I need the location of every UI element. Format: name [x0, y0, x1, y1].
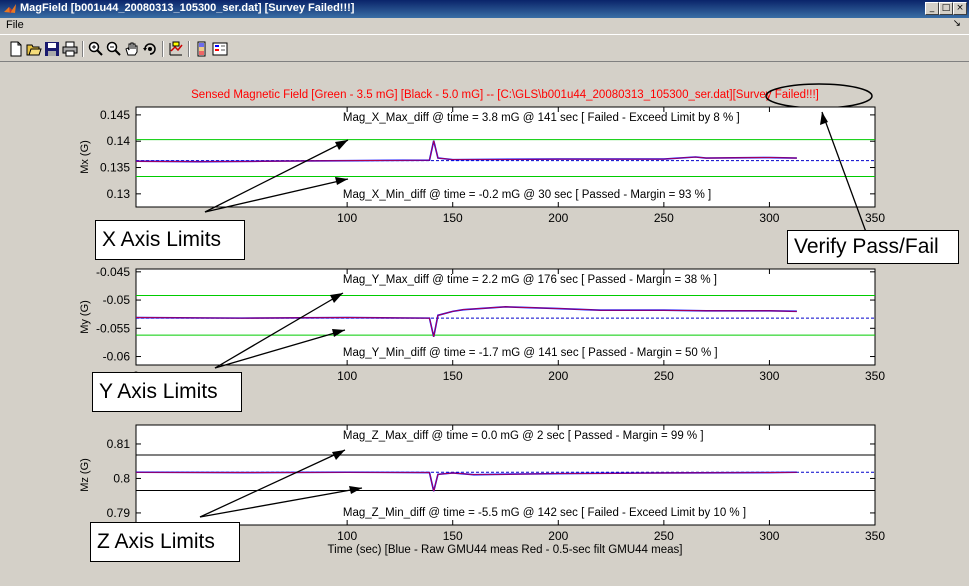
figure-canvas: Sensed Magnetic Field [Green - 3.5 mG] […: [0, 62, 969, 581]
min-diff-annotation: Mag_Y_Min_diff @ time = -1.7 mG @ 141 se…: [343, 347, 718, 359]
maximize-button[interactable]: □: [939, 2, 953, 15]
x-tick-label: 350: [865, 369, 885, 383]
max-diff-annotation: Mag_Y_Max_diff @ time = 2.2 mG @ 176 sec…: [343, 274, 717, 286]
x-tick-label: 350: [865, 529, 885, 543]
new-file-icon[interactable]: [8, 41, 24, 57]
x-tick-label: 350: [865, 211, 885, 225]
y-tick-label: 0.14: [107, 134, 131, 148]
zoom-in-icon[interactable]: [88, 41, 104, 57]
window-title: MagField [b001u44_20080313_105300_ser.da…: [20, 2, 355, 14]
x-tick-label: 300: [759, 369, 779, 383]
zoom-out-icon[interactable]: [106, 41, 122, 57]
x-tick-label: 200: [548, 211, 568, 225]
x-tick-label: 150: [443, 211, 463, 225]
figure-plot-area: Sensed Magnetic Field [Green - 3.5 mG] […: [79, 83, 885, 556]
x-axis-label: Time (sec) [Blue - Raw GMU44 meas Red - …: [328, 544, 683, 556]
x-tick-label: 300: [759, 529, 779, 543]
x-tick-label: 300: [759, 211, 779, 225]
callout-z-axis-limits: Z Axis Limits: [90, 522, 240, 562]
max-diff-annotation: Mag_X_Max_diff @ time = 3.8 mG @ 141 sec…: [343, 112, 740, 124]
legend-icon[interactable]: [212, 41, 228, 57]
print-icon[interactable]: [62, 41, 78, 57]
min-diff-annotation: Mag_X_Min_diff @ time = -0.2 mG @ 30 sec…: [343, 189, 711, 201]
figure-title: Sensed Magnetic Field [Green - 3.5 mG] […: [191, 89, 819, 101]
y-tick-label: -0.06: [103, 350, 131, 364]
max-diff-annotation: Mag_Z_Max_diff @ time = 0.0 mG @ 2 sec […: [343, 430, 704, 442]
matlab-logo-icon: [4, 4, 16, 14]
y-tick-label: 0.81: [107, 437, 131, 451]
callout-x-axis-limits: X Axis Limits: [95, 220, 245, 260]
x-tick-label: 100: [337, 211, 357, 225]
x-tick-label: 200: [548, 529, 568, 543]
callout-y-axis-limits: Y Axis Limits: [92, 372, 242, 412]
x-tick-label: 150: [443, 529, 463, 543]
x-tick-label: 250: [654, 529, 674, 543]
figure-toolbar: [0, 34, 969, 62]
data-cursor-icon[interactable]: [168, 41, 184, 57]
pan-hand-icon[interactable]: [124, 41, 140, 57]
toolbar-separator: [188, 41, 190, 57]
axes-my: -0.045-0.05-0.055-0.06010015020025030035…: [79, 265, 885, 383]
rotate-icon[interactable]: [142, 41, 158, 57]
axes-mx: 0.145 0.14 0.135 0.13 100 150 200 250 300 350 Mx (…: [79, 106, 885, 225]
y-tick-label: 0.79: [107, 506, 131, 520]
x-tick-label: 150: [443, 369, 463, 383]
y-tick-label: -0.05: [103, 293, 131, 307]
save-icon[interactable]: [44, 41, 60, 57]
colorbar-icon[interactable]: [194, 41, 210, 57]
min-diff-annotation: Mag_Z_Min_diff @ time = -5.5 mG @ 142 se…: [343, 507, 746, 519]
y-axis-label: Mx (G): [79, 140, 91, 174]
open-folder-icon[interactable]: [26, 41, 42, 57]
x-tick-label: 100: [337, 369, 357, 383]
y-tick-label: 0.8: [113, 471, 130, 485]
x-tick-label: 100: [337, 529, 357, 543]
toolbar-separator: [82, 41, 84, 57]
menu-bar: File ↘: [0, 18, 969, 34]
y-tick-label: 0.13: [107, 187, 131, 201]
x-tick-label: 250: [654, 211, 674, 225]
x-tick-label: 250: [654, 369, 674, 383]
y-tick-label: -0.055: [96, 321, 130, 335]
dock-arrow-icon[interactable]: ↘: [953, 18, 961, 29]
callout-verify-pass-fail: Verify Pass/Fail: [787, 230, 959, 264]
y-tick-label: 0.135: [100, 161, 130, 175]
minimize-button[interactable]: _: [925, 2, 939, 15]
y-tick-label: 0.145: [100, 108, 130, 122]
menu-file[interactable]: File: [6, 19, 24, 31]
y-axis-label: My (G): [79, 300, 91, 334]
y-tick-label: -0.045: [96, 265, 130, 279]
window-titlebar: MagField [b001u44_20080313_105300_ser.da…: [0, 0, 969, 18]
toolbar-separator: [162, 41, 164, 57]
x-tick-label: 200: [548, 369, 568, 383]
close-button[interactable]: ×: [953, 2, 967, 15]
y-axis-label: Mz (G): [79, 458, 91, 492]
